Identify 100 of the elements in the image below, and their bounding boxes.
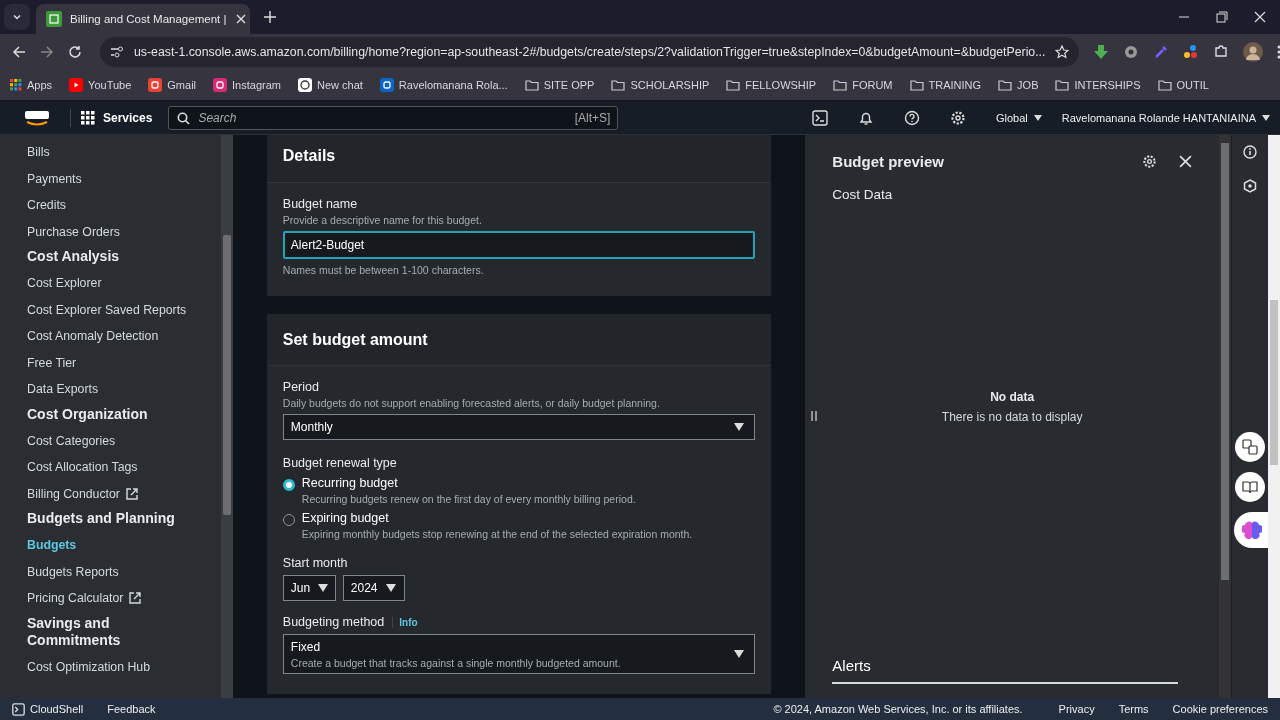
- section-heading: Cost Analysis: [27, 247, 121, 266]
- nav-link[interactable]: Cost Optimization Hub: [27, 653, 221, 680]
- bookmark[interactable]: SITE OPP: [524, 79, 595, 91]
- copyright-text: © 2024, Amazon Web Services, Inc. or its affiliates.: [773, 703, 1023, 715]
- resize-handle[interactable]: [811, 411, 818, 421]
- nav-link[interactable]: Cost Explorer: [27, 270, 221, 297]
- aws-logo[interactable]: [24, 109, 50, 127]
- account-menu[interactable]: Ravelomanana Rolande HANTANIAINA: [1061, 112, 1270, 124]
- radio-label[interactable]: Expiring budget: [301, 511, 693, 525]
- year-select[interactable]: 2024: [342, 575, 405, 601]
- bookmark[interactable]: INTERSHIPS: [1055, 79, 1141, 91]
- month-select[interactable]: Jun: [282, 575, 336, 601]
- bookmark[interactable]: Apps: [10, 79, 53, 91]
- nav-link[interactable]: Free Tier: [27, 349, 221, 376]
- caret-icon: [318, 584, 329, 592]
- close-icon[interactable]: [1179, 154, 1192, 168]
- period-select[interactable]: Monthly: [282, 414, 756, 440]
- nav-link[interactable]: Billing Conductor: [27, 480, 221, 507]
- terminal-icon[interactable]: [812, 110, 828, 126]
- new-tab-icon[interactable]: [264, 11, 276, 23]
- services-button[interactable]: Services: [81, 111, 153, 125]
- reader-button[interactable]: [1235, 472, 1265, 502]
- bookmark[interactable]: YouTube: [69, 78, 132, 92]
- help-icon[interactable]: [904, 110, 920, 126]
- budget-name-input[interactable]: Alert2-Budget: [282, 231, 756, 259]
- scrollbar[interactable]: [220, 135, 233, 698]
- footer-link[interactable]: Terms: [1118, 703, 1149, 715]
- folder-icon: [726, 79, 741, 91]
- subsection-title: Alerts: [832, 657, 1178, 684]
- nav-link[interactable]: Budgets Reports: [27, 558, 221, 585]
- star-icon[interactable]: [1055, 45, 1070, 59]
- tab-title: Billing and Cost Management |: [70, 13, 227, 25]
- nav-link[interactable]: Cost Allocation Tags: [27, 454, 221, 481]
- nav-link[interactable]: Cost Explorer Saved Reports: [27, 296, 221, 323]
- bookmark[interactable]: JOB: [998, 79, 1039, 91]
- dots-icon[interactable]: [1183, 44, 1200, 60]
- profile-avatar-icon[interactable]: [1243, 42, 1264, 62]
- close-icon[interactable]: [1254, 11, 1266, 23]
- bookmark[interactable]: Gmail: [148, 78, 197, 92]
- forward-icon[interactable]: [40, 45, 54, 59]
- field-label: Budgeting method: [282, 615, 385, 629]
- radio-label[interactable]: Recurring budget: [301, 476, 636, 490]
- nav-link[interactable]: Pricing Calculator: [27, 585, 221, 612]
- feedback-link[interactable]: Feedback: [107, 703, 156, 715]
- url-text: us-east-1.console.aws.amazon.com/billing/home?region=ap-southeast-2#/budgets/create/steps/2?validationTrigger=true&stepIndex=0&budgetAmount=&budgetPerio...: [134, 45, 1046, 59]
- method-select[interactable]: Fixed Create a budget that tracks against a single monthly budgeted amount.: [282, 634, 756, 674]
- bookmark[interactable]: OUTIL: [1157, 79, 1209, 91]
- caret-icon: [734, 423, 745, 431]
- extension-icon[interactable]: [1123, 44, 1140, 60]
- radio-button[interactable]: [282, 479, 295, 491]
- puzzle-icon[interactable]: [1213, 44, 1230, 60]
- nav-link[interactable]: Cost Anomaly Detection: [27, 323, 221, 350]
- region-menu[interactable]: Global: [996, 112, 1042, 124]
- download-icon[interactable]: [1093, 44, 1110, 60]
- browser-tab[interactable]: Billing and Cost Management |: [36, 4, 250, 34]
- bell-icon[interactable]: [858, 110, 874, 126]
- field-label: Budget name: [282, 197, 359, 211]
- site-icon: [297, 78, 312, 92]
- cloudshell-button[interactable]: CloudShell: [12, 702, 84, 716]
- footer-link[interactable]: Privacy: [1058, 703, 1095, 715]
- close-icon[interactable]: [236, 14, 247, 24]
- scrollbar[interactable]: [1268, 135, 1280, 698]
- bookmark[interactable]: FELLOWSHIP: [726, 79, 817, 91]
- nav-link[interactable]: Credits: [27, 192, 221, 219]
- field-hint: Names must be between 1-100 characters.: [282, 264, 485, 276]
- nav-link[interactable]: Data Exports: [27, 376, 221, 403]
- reload-icon[interactable]: [68, 45, 82, 59]
- settings-icon[interactable]: [950, 110, 966, 126]
- bookmark[interactable]: SCHOLARSHIP: [611, 79, 710, 91]
- bookmark[interactable]: FORUM: [833, 79, 893, 91]
- assistant-button[interactable]: [1234, 512, 1270, 548]
- folder-icon: [1157, 79, 1172, 91]
- field-label: Budget renewal type: [282, 456, 398, 470]
- caret-icon: [385, 584, 396, 592]
- site-settings-icon[interactable]: [110, 46, 124, 58]
- translate-button[interactable]: [1235, 432, 1265, 462]
- settings-icon[interactable]: [1142, 153, 1157, 169]
- nav-link[interactable]: Bills: [27, 139, 221, 166]
- back-icon[interactable]: [12, 45, 26, 59]
- nav-link[interactable]: Payments: [27, 165, 221, 192]
- bookmark[interactable]: New chat: [297, 78, 363, 92]
- nav-link[interactable]: Cost Categories: [27, 427, 221, 454]
- restore-icon[interactable]: [1216, 11, 1228, 23]
- terminal-icon: [12, 702, 25, 716]
- scrollbar[interactable]: [1219, 135, 1231, 698]
- section-heading: Cost Organization: [27, 404, 149, 424]
- nav-link[interactable]: Budgets: [27, 532, 221, 559]
- bookmark[interactable]: TRAINING: [909, 79, 982, 91]
- bookmark[interactable]: Ravelomanana Rola...: [379, 78, 508, 92]
- info-icon[interactable]: [1243, 145, 1257, 159]
- field-description: Daily budgets do not support enabling forecasted alerts, or daily budget planning.: [282, 397, 661, 409]
- nav-link[interactable]: Purchase Orders: [27, 218, 221, 245]
- info-link[interactable]: Info: [392, 616, 418, 628]
- footer-link[interactable]: Cookie preferences: [1172, 703, 1268, 715]
- hexagon-icon[interactable]: [1243, 179, 1257, 193]
- more-icon[interactable]: [1277, 45, 1280, 59]
- folder-icon: [909, 79, 924, 91]
- address-bar[interactable]: us-east-1.console.aws.amazon.com/billing/home?region=ap-southeast-2#/budgets/create/steps/2?validationTrigger=true&stepIndex=0&budgetAmount=&budgetPerio...: [100, 37, 1080, 67]
- brain-icon: [1242, 521, 1262, 539]
- bookmark[interactable]: Instagram: [213, 78, 281, 92]
